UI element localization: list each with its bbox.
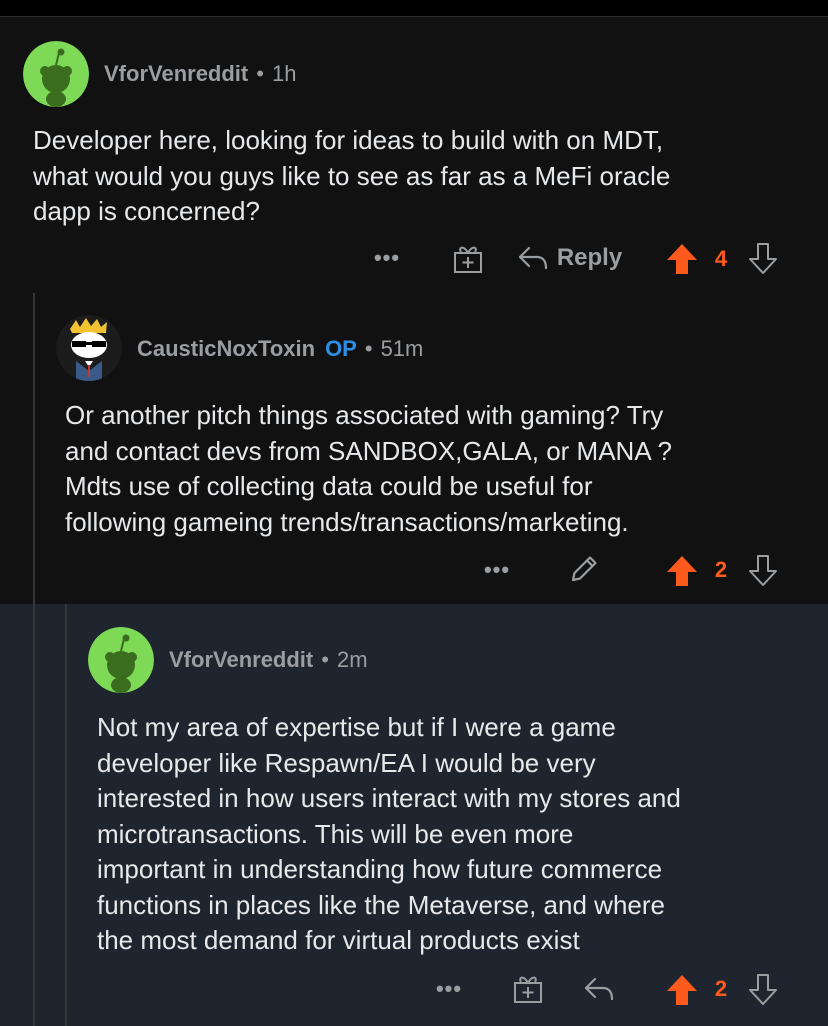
award-button[interactable]	[450, 240, 486, 276]
pencil-icon	[571, 556, 597, 582]
reply-label: Reply	[556, 244, 623, 271]
op-badge: OP	[325, 336, 357, 361]
separator: •	[364, 336, 373, 361]
downvote-button[interactable]	[745, 551, 781, 591]
comment-body: Not my area of expertise but if I were a…	[97, 712, 681, 955]
more-options-button[interactable]: •••	[366, 245, 408, 271]
comment-3: VforVenreddit • 2m Not my area of expert…	[0, 604, 828, 1026]
snoo-avatar-icon	[88, 627, 154, 693]
thread-line[interactable]	[33, 293, 35, 604]
timestamp: 1h	[271, 61, 297, 86]
downvote-button[interactable]	[745, 970, 781, 1010]
upvote-arrow-icon	[667, 975, 697, 1005]
upvote-button[interactable]	[664, 239, 700, 279]
downvote-arrow-icon	[749, 243, 777, 274]
top-bar	[0, 0, 828, 16]
thread-line[interactable]	[65, 604, 67, 1026]
award-button[interactable]	[510, 970, 546, 1006]
edit-button[interactable]	[566, 551, 602, 587]
reply-button[interactable]: Reply	[512, 239, 627, 277]
vote-count: 4	[714, 246, 728, 271]
vote-count: 2	[714, 976, 728, 1001]
avatar[interactable]	[56, 315, 122, 381]
snoo-avatar-icon	[23, 41, 89, 107]
timestamp: 2m	[336, 647, 368, 672]
comment-2: CausticNoxToxin OP • 51m Or another pitc…	[0, 293, 828, 604]
gift-icon	[514, 976, 542, 1003]
snoo-avatar-icon	[56, 315, 122, 381]
reply-arrow-icon	[584, 977, 614, 1001]
more-options-button[interactable]: •••	[428, 976, 470, 1002]
gift-icon	[454, 246, 482, 273]
thread-line[interactable]	[33, 604, 35, 1026]
reply-arrow-icon	[518, 246, 547, 270]
downvote-arrow-icon	[749, 974, 777, 1005]
downvote-button[interactable]	[745, 239, 781, 279]
comment-body: Or another pitch things associated with …	[65, 400, 672, 537]
upvote-arrow-icon	[667, 556, 697, 586]
avatar[interactable]	[23, 41, 89, 107]
comment-meta: CausticNoxToxin OP • 51m	[137, 336, 423, 362]
separator: •	[321, 647, 329, 672]
reply-button[interactable]	[580, 970, 618, 1008]
separator: •	[256, 61, 264, 86]
username[interactable]: VforVenreddit	[104, 61, 248, 87]
vote-count: 2	[714, 557, 728, 582]
upvote-button[interactable]	[664, 551, 700, 591]
username[interactable]: CausticNoxToxin	[137, 336, 315, 362]
comment-meta: VforVenreddit • 1h	[104, 61, 296, 87]
comment-meta: VforVenreddit • 2m	[169, 647, 368, 673]
comment-1: VforVenreddit • 1h Developer here, looki…	[0, 17, 828, 293]
comment-body: Developer here, looking for ideas to bui…	[33, 125, 671, 226]
timestamp: 51m	[380, 336, 424, 361]
username[interactable]: VforVenreddit	[169, 647, 313, 673]
more-options-button[interactable]: •••	[476, 557, 518, 583]
upvote-button[interactable]	[664, 970, 700, 1010]
upvote-arrow-icon	[667, 244, 697, 274]
avatar[interactable]	[88, 627, 154, 693]
downvote-arrow-icon	[749, 555, 777, 586]
